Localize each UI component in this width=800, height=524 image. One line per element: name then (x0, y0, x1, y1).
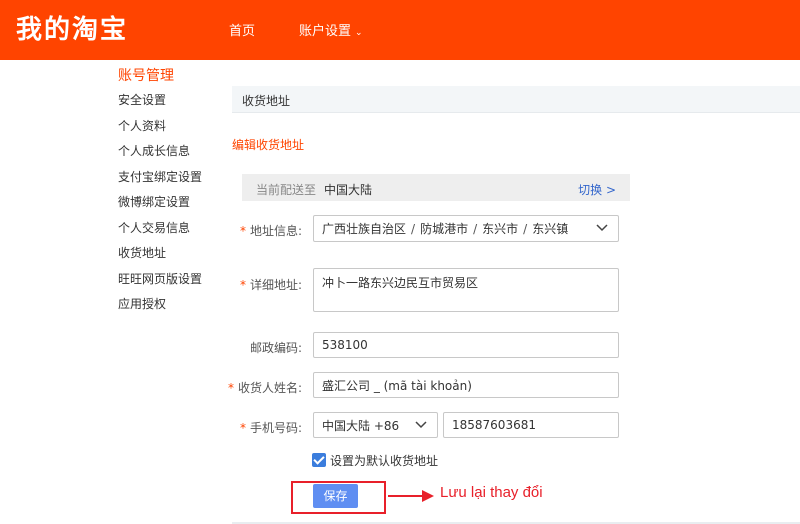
save-button[interactable]: 保存 (313, 484, 358, 508)
nav-account-settings[interactable]: 账户设置 ⌄ (299, 0, 363, 60)
nav-account-settings-label: 账户设置 (299, 24, 352, 39)
panel-title: 收货地址 (242, 94, 291, 108)
sidebar-item-app-auth[interactable]: 应用授权 (118, 297, 228, 323)
arrow-right-icon (388, 490, 434, 502)
region-bar: 当前配送至 中国大陆 切换 > (242, 174, 630, 201)
sidebar-item-alipay[interactable]: 支付宝绑定设置 (118, 170, 228, 196)
panel-header: 收货地址 (232, 86, 800, 113)
postcode-input[interactable] (313, 332, 619, 358)
section-title: 编辑收货地址 (232, 138, 305, 152)
sidebar-item-profile[interactable]: 个人资料 (118, 119, 228, 145)
sidebar-item-weibo[interactable]: 微博绑定设置 (118, 195, 228, 221)
postcode-label: 邮政编码: (249, 341, 302, 355)
separator: / (473, 221, 478, 236)
phone-input[interactable] (443, 412, 619, 438)
logo[interactable]: 我的淘宝 (16, 14, 128, 46)
address-info-label: * 地址信息: (239, 224, 302, 238)
detail-address-textarea[interactable]: 冲卜一路东兴边民互市贸易区 (313, 268, 619, 312)
chevron-down-icon (415, 418, 427, 433)
nav-home[interactable]: 首页 (229, 0, 255, 60)
check-icon[interactable] (312, 453, 326, 467)
region-label: 当前配送至 (256, 183, 317, 197)
country-code-value: 中国大陆 +86 (322, 418, 400, 433)
sidebar-item-address[interactable]: 收货地址 (118, 246, 228, 272)
sidebar-item-growth[interactable]: 个人成长信息 (118, 144, 228, 170)
region-value: 中国大陆 (324, 183, 373, 197)
address-region-select[interactable]: 广西壮族自治区 / 防城港市 / 东兴市 / 东兴镇 (313, 215, 619, 242)
country-code-select[interactable]: 中国大陆 +86 (313, 412, 438, 438)
default-address-checkbox-row[interactable]: 设置为默认收货地址 (312, 452, 438, 468)
default-address-label: 设置为默认收货地址 (330, 453, 439, 468)
city-value: 防城港市 (420, 222, 469, 236)
recipient-label: * 收货人姓名: (227, 381, 302, 395)
separator: / (523, 221, 528, 236)
top-navbar: 我的淘宝 首页 账户设置 ⌄ (0, 0, 800, 60)
town-value: 东兴镇 (532, 222, 569, 236)
annotation-text: Lưu lại thay đổi (440, 484, 543, 501)
chevron-down-icon: ⌄ (355, 28, 363, 38)
district-value: 东兴市 (482, 222, 519, 236)
required-mark: * (239, 224, 246, 238)
chevron-down-icon (596, 221, 608, 236)
recipient-input[interactable] (313, 372, 619, 398)
sidebar-item-security[interactable]: 安全设置 (118, 93, 228, 119)
detail-address-label: * 详细地址: (239, 278, 302, 292)
region-switch-link[interactable]: 切换 > (578, 181, 616, 198)
separator: / (411, 221, 416, 236)
province-value: 广西壮族自治区 (322, 222, 407, 236)
sidebar-title[interactable]: 账号管理 (118, 66, 228, 86)
phone-label: * 手机号码: (239, 421, 302, 435)
